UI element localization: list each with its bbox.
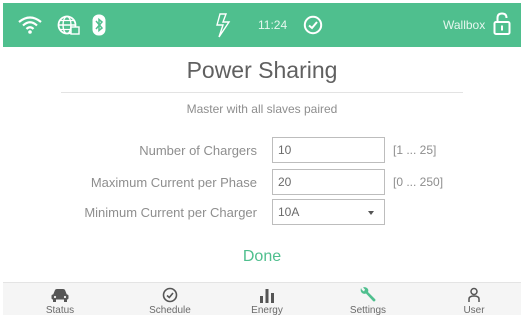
nav-label: Energy — [251, 305, 283, 315]
chargers-range: [1 ... 25] — [393, 143, 437, 157]
charging-plug-icon — [212, 12, 234, 39]
nav-item-schedule[interactable]: Schedule — [125, 283, 215, 315]
max-current-range: [0 ... 250] — [393, 175, 444, 189]
app-screen: 11:24 Wallbox Power Sharing Master with … — [3, 3, 521, 315]
nav-item-settings[interactable]: Settings — [323, 283, 413, 315]
wifi-icon — [17, 15, 43, 35]
nav-item-energy[interactable]: Energy — [222, 283, 312, 315]
page-title: Power Sharing — [186, 57, 338, 83]
bar-chart-icon — [222, 287, 312, 303]
device-name: Wallbox — [443, 18, 486, 32]
user-icon — [429, 287, 519, 303]
max-current-label: Maximum Current per Phase — [90, 175, 257, 190]
nav-item-status[interactable]: Status — [15, 283, 105, 315]
status-bar: 11:24 Wallbox — [3, 3, 521, 47]
min-current-value: 10A — [278, 205, 300, 219]
nav-label: User — [463, 305, 485, 315]
max-current-input[interactable]: 20 — [272, 169, 385, 195]
car-icon — [15, 287, 105, 303]
page-subtitle: Master with all slaves paired — [186, 102, 338, 116]
chargers-input[interactable]: 10 — [272, 137, 385, 163]
chargers-label: Number of Chargers — [139, 143, 257, 158]
wrench-icon — [323, 287, 413, 303]
nav-label: Settings — [349, 305, 387, 315]
divider — [61, 92, 463, 93]
nav-label: Schedule — [149, 305, 191, 315]
chevron-down-icon — [368, 211, 374, 215]
bluetooth-icon — [92, 14, 106, 36]
nav-label: Status — [45, 305, 75, 315]
bottom-nav: Status Schedule Energy Settings User — [3, 282, 521, 315]
min-current-select[interactable]: 10A — [272, 199, 385, 225]
nav-item-user[interactable]: User — [429, 283, 519, 315]
min-current-label: Minimum Current per Charger — [84, 205, 257, 220]
clock-icon — [125, 287, 215, 303]
ethernet-globe-icon — [56, 14, 80, 36]
done-button[interactable]: Done — [3, 248, 521, 266]
clock-time: 11:24 — [258, 18, 288, 32]
padlock-icon[interactable] — [493, 12, 511, 36]
check-circle-icon — [303, 15, 323, 35]
